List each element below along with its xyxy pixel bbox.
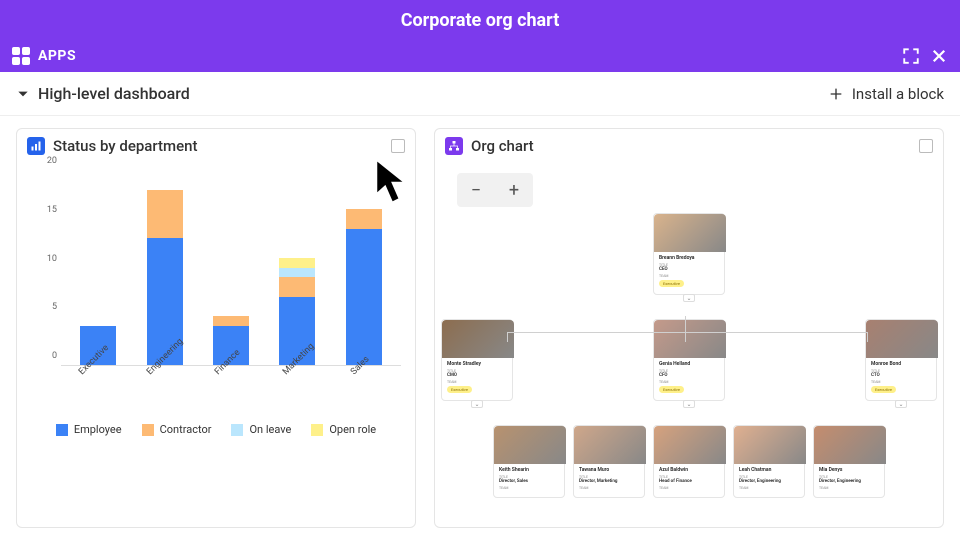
org-body[interactable]: − + Breann BredoyaTITLECEOTEAMExecutive⌄… xyxy=(435,163,943,527)
org-row: Keith ShearinTITLEDirector, SalesTEAMTaw… xyxy=(435,425,943,498)
legend-item: Open role xyxy=(311,423,376,436)
org-expand-button[interactable] xyxy=(919,139,933,153)
body: Status by department 05101520 ExecutiveE… xyxy=(0,116,960,540)
chart-panel-title: Status by department xyxy=(53,137,198,155)
org-card[interactable]: Monroe BondTITLECTOTEAMExecutive⌄ xyxy=(865,319,937,401)
zoom-out-button[interactable]: − xyxy=(457,173,495,207)
person-name: Genia Helland xyxy=(659,361,719,367)
legend-item: On leave xyxy=(231,423,291,436)
org-card[interactable]: Monte StradleyTITLECMOTEAMExecutive⌄ xyxy=(441,319,513,401)
chart-panel-head: Status by department xyxy=(17,129,415,163)
chart-plot xyxy=(61,171,401,366)
install-block-button[interactable]: Install a block xyxy=(828,85,944,103)
person-name: Breann Bredoya xyxy=(659,255,719,261)
person-name: Tawana Muro xyxy=(579,467,639,473)
avatar xyxy=(654,214,726,252)
avatar xyxy=(734,426,806,464)
dashboard-toggle[interactable]: High-level dashboard xyxy=(16,84,190,103)
caret-down-icon xyxy=(16,87,30,101)
org-chart-icon xyxy=(445,137,463,155)
avatar xyxy=(654,426,726,464)
person-title: Director, Sales xyxy=(499,479,559,484)
fullscreen-icon[interactable] xyxy=(902,47,920,65)
avatar xyxy=(442,320,514,358)
avatar xyxy=(814,426,886,464)
person-name: Monte Stradley xyxy=(447,361,507,367)
org-card[interactable]: Mia DenysTITLEDirector, EngineeringTEAM xyxy=(813,425,885,498)
bar-chart-icon xyxy=(27,137,45,155)
avatar xyxy=(866,320,938,358)
person-title: Head of Finance xyxy=(659,479,719,484)
org-panel-title: Org chart xyxy=(471,137,534,155)
toolbar: APPS xyxy=(0,40,960,72)
person-name: Keith Shearin xyxy=(499,467,559,473)
org-panel: Org chart − + Breann BredoyaTITLECEOTEAM… xyxy=(434,128,944,528)
person-name: Monroe Bond xyxy=(871,361,931,367)
person-title: Director, Marketing xyxy=(579,479,639,484)
org-row: Breann BredoyaTITLECEOTEAMExecutive⌄ xyxy=(435,213,943,295)
legend-item: Contractor xyxy=(142,423,212,436)
plus-icon xyxy=(828,86,844,102)
app-header: Corporate org chart xyxy=(0,0,960,40)
app-title: Corporate org chart xyxy=(401,10,560,31)
avatar xyxy=(654,320,726,358)
avatar xyxy=(494,426,566,464)
org-card[interactable]: Breann BredoyaTITLECEOTEAMExecutive⌄ xyxy=(653,213,725,295)
chart-legend: Employee Contractor On leave Open role xyxy=(31,423,401,436)
person-name: Mia Denys xyxy=(819,467,879,473)
org-card[interactable]: Leah ChatmanTITLEDirector, EngineeringTE… xyxy=(733,425,805,498)
dashboard-label: High-level dashboard xyxy=(38,84,190,103)
expand-button[interactable]: ⌄ xyxy=(471,400,483,408)
apps-icon xyxy=(12,47,30,65)
toolbar-right xyxy=(902,47,948,65)
person-title: CEO xyxy=(659,267,719,272)
person-title: CTO xyxy=(871,373,931,378)
toolbar-left: APPS xyxy=(12,47,76,65)
person-title: Director, Engineering xyxy=(739,479,799,484)
expand-button[interactable]: ⌄ xyxy=(683,400,695,408)
org-card[interactable]: Keith ShearinTITLEDirector, SalesTEAM xyxy=(493,425,565,498)
chart-panel: Status by department 05101520 ExecutiveE… xyxy=(16,128,416,528)
apps-button[interactable]: APPS xyxy=(38,48,76,64)
zoom-in-button[interactable]: + xyxy=(495,173,533,207)
avatar xyxy=(574,426,646,464)
org-card[interactable]: Tawana MuroTITLEDirector, MarketingTEAM xyxy=(573,425,645,498)
expand-button[interactable]: ⌄ xyxy=(683,294,695,302)
legend-item: Employee xyxy=(56,423,122,436)
close-icon[interactable] xyxy=(930,47,948,65)
person-name: Leah Chatman xyxy=(739,467,799,473)
team-badge: Executive xyxy=(871,386,896,393)
bar-sales[interactable] xyxy=(346,209,382,365)
sub-header: High-level dashboard Install a block xyxy=(0,72,960,116)
person-title: CMO xyxy=(447,373,507,378)
org-panel-head: Org chart xyxy=(435,129,943,163)
chart-expand-button[interactable] xyxy=(391,139,405,153)
zoom-controls: − + xyxy=(457,173,533,207)
team-badge: Executive xyxy=(447,386,472,393)
expand-button[interactable]: ⌄ xyxy=(895,400,907,408)
person-title: CFO xyxy=(659,373,719,378)
team-badge: Executive xyxy=(659,280,684,287)
team-badge: Executive xyxy=(659,386,684,393)
person-name: Azul Baldwin xyxy=(659,467,719,473)
org-card[interactable]: Azul BaldwinTITLEHead of FinanceTEAM xyxy=(653,425,725,498)
install-label: Install a block xyxy=(852,85,944,103)
person-title: Director, Engineering xyxy=(819,479,879,484)
chart-body: 05101520 ExecutiveEngineeringFinanceMark… xyxy=(17,163,415,527)
